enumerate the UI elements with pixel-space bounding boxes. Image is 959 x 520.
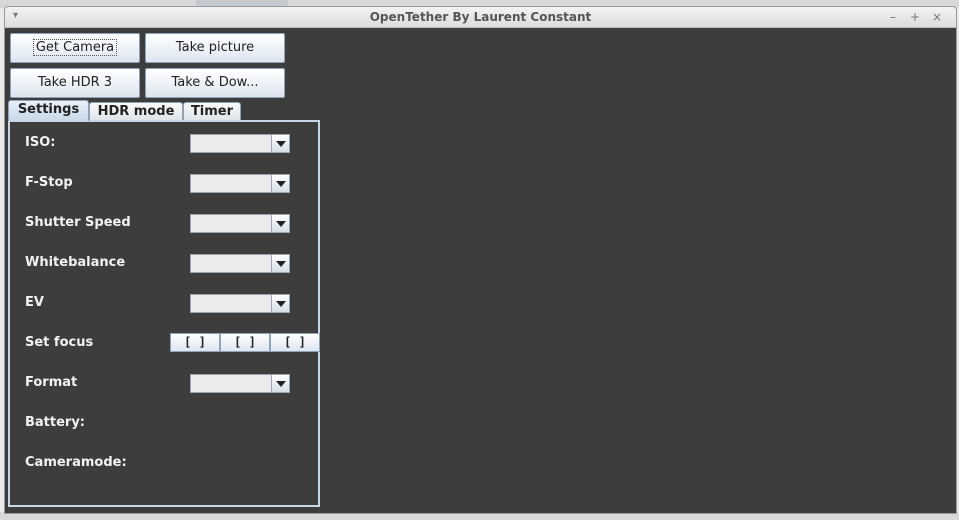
- take-picture-button[interactable]: Take picture: [145, 33, 285, 63]
- ev-select[interactable]: [190, 294, 290, 313]
- take-and-download-button[interactable]: Take & Dow...: [145, 68, 285, 98]
- focus-button-1[interactable]: [ ]: [170, 333, 220, 352]
- iso-select[interactable]: [190, 134, 290, 153]
- shutter-speed-select[interactable]: [190, 214, 290, 233]
- focus-button-3[interactable]: [ ]: [270, 333, 320, 352]
- chevron-down-icon[interactable]: [271, 135, 289, 152]
- whitebalance-select[interactable]: [190, 254, 290, 273]
- iso-label: ISO:: [25, 135, 56, 150]
- close-icon[interactable]: ×: [928, 9, 946, 25]
- fstop-select[interactable]: [190, 174, 290, 193]
- chevron-down-icon[interactable]: [271, 215, 289, 232]
- fstop-label: F-Stop: [25, 175, 73, 190]
- chevron-down-icon[interactable]: [271, 375, 289, 392]
- whitebalance-label: Whitebalance: [25, 255, 126, 270]
- chevron-down-icon[interactable]: [271, 255, 289, 272]
- cameramode-label: Cameramode:: [25, 455, 127, 470]
- tab-timer[interactable]: Timer: [183, 102, 241, 120]
- title-bar[interactable]: ▾ OpenTether By Laurent Constant – + ×: [5, 7, 956, 28]
- settings-panel: ISO: F-Stop Shutter Speed Whitebalance E…: [8, 120, 320, 507]
- focus-button-2[interactable]: [ ]: [220, 333, 270, 352]
- get-camera-button[interactable]: Get Camera: [10, 33, 140, 63]
- chevron-down-icon[interactable]: [271, 295, 289, 312]
- app-window: ▾ OpenTether By Laurent Constant – + × G…: [4, 6, 957, 514]
- tab-settings[interactable]: Settings: [8, 100, 89, 121]
- window-title: OpenTether By Laurent Constant: [369, 10, 592, 24]
- chevron-down-icon[interactable]: [271, 175, 289, 192]
- get-camera-label: Get Camera: [32, 39, 118, 56]
- tab-hdr-mode[interactable]: HDR mode: [89, 102, 183, 120]
- battery-label: Battery:: [25, 415, 86, 430]
- format-label: Format: [25, 375, 78, 390]
- format-select[interactable]: [190, 374, 290, 393]
- set-focus-label: Set focus: [25, 335, 94, 350]
- ev-label: EV: [25, 295, 44, 310]
- minimize-icon[interactable]: –: [884, 9, 902, 25]
- shutter-speed-label: Shutter Speed: [25, 215, 131, 230]
- maximize-icon[interactable]: +: [906, 9, 924, 25]
- take-hdr3-button[interactable]: Take HDR 3: [10, 68, 140, 98]
